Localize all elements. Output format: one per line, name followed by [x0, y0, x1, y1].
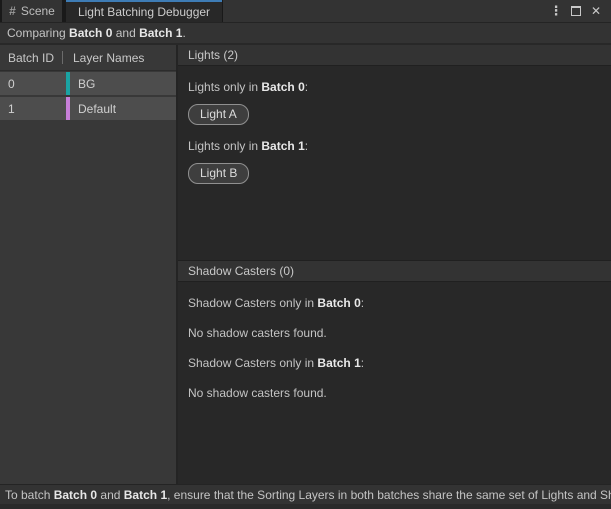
tab-light-batching-debugger[interactable]: Light Batching Debugger	[66, 0, 222, 22]
footer-bottom-strip	[0, 504, 611, 509]
light-a-button[interactable]: Light A	[188, 104, 249, 125]
column-header-batch-id: Batch ID	[0, 51, 62, 65]
layer-name-cell: BG	[70, 72, 95, 95]
shadow-casters-section-header: Shadow Casters (0)	[178, 261, 611, 282]
scene-grid-icon: #	[9, 4, 16, 18]
close-icon[interactable]: ✕	[589, 4, 603, 18]
shadow-casters-section: Shadow Casters (0) Shadow Casters only i…	[178, 261, 611, 484]
light-batching-debugger-window: # Scene Light Batching Debugger ⋮ ✕ Comp…	[0, 0, 611, 509]
menu-kebab-icon[interactable]: ⋮	[549, 4, 563, 18]
lights-section-body: Lights only in Batch 0: Light A Lights o…	[178, 66, 611, 198]
shadow-batch1-empty-message: No shadow casters found.	[188, 386, 601, 400]
batch-id-cell: 0	[0, 72, 66, 95]
batch-row-1[interactable]: 1 Default	[0, 97, 176, 120]
tab-bar: # Scene Light Batching Debugger ⋮ ✕	[0, 0, 611, 22]
shadow-batch0-empty-message: No shadow casters found.	[188, 326, 601, 340]
window-controls: ⋮ ✕	[549, 0, 611, 22]
comparing-status-bar: Comparing Batch 0 and Batch 1.	[0, 22, 611, 43]
footer-help-text: To batch Batch 0 and Batch 1, ensure tha…	[0, 484, 611, 504]
footer-help-bar: To batch Batch 0 and Batch 1, ensure tha…	[0, 484, 611, 509]
lights-batch0-label: Lights only in Batch 0:	[188, 80, 601, 94]
shadow-batch0-label: Shadow Casters only in Batch 0:	[188, 296, 601, 310]
lights-section: Lights (2) Lights only in Batch 0: Light…	[178, 45, 611, 261]
shadow-casters-section-body: Shadow Casters only in Batch 0: No shado…	[178, 282, 611, 400]
tab-scene[interactable]: # Scene	[2, 0, 62, 22]
comparing-text: Comparing Batch 0 and Batch 1.	[7, 26, 186, 40]
batch-id-cell: 1	[0, 97, 66, 120]
light-b-button[interactable]: Light B	[188, 163, 249, 184]
shadow-batch1-label: Shadow Casters only in Batch 1:	[188, 356, 601, 370]
column-header-layer-names: Layer Names	[63, 51, 144, 65]
lights-section-header: Lights (2)	[178, 45, 611, 66]
tab-light-batching-debugger-label: Light Batching Debugger	[78, 5, 210, 19]
lights-batch1-label: Lights only in Batch 1:	[188, 139, 601, 153]
batch-row-0[interactable]: 0 BG	[0, 72, 176, 95]
footer-sentence: To batch Batch 0 and Batch 1, ensure tha…	[5, 488, 611, 502]
batch-list-panel: Batch ID Layer Names 0 BG 1 Default	[0, 45, 178, 484]
tab-scene-label: Scene	[21, 4, 55, 18]
details-panel: Lights (2) Lights only in Batch 0: Light…	[178, 45, 611, 484]
layer-name-cell: Default	[70, 97, 116, 120]
maximize-icon[interactable]	[569, 4, 583, 18]
batch-table-header: Batch ID Layer Names	[0, 45, 176, 71]
main-content: Batch ID Layer Names 0 BG 1 Default Ligh…	[0, 43, 611, 484]
maximize-square	[571, 6, 581, 16]
